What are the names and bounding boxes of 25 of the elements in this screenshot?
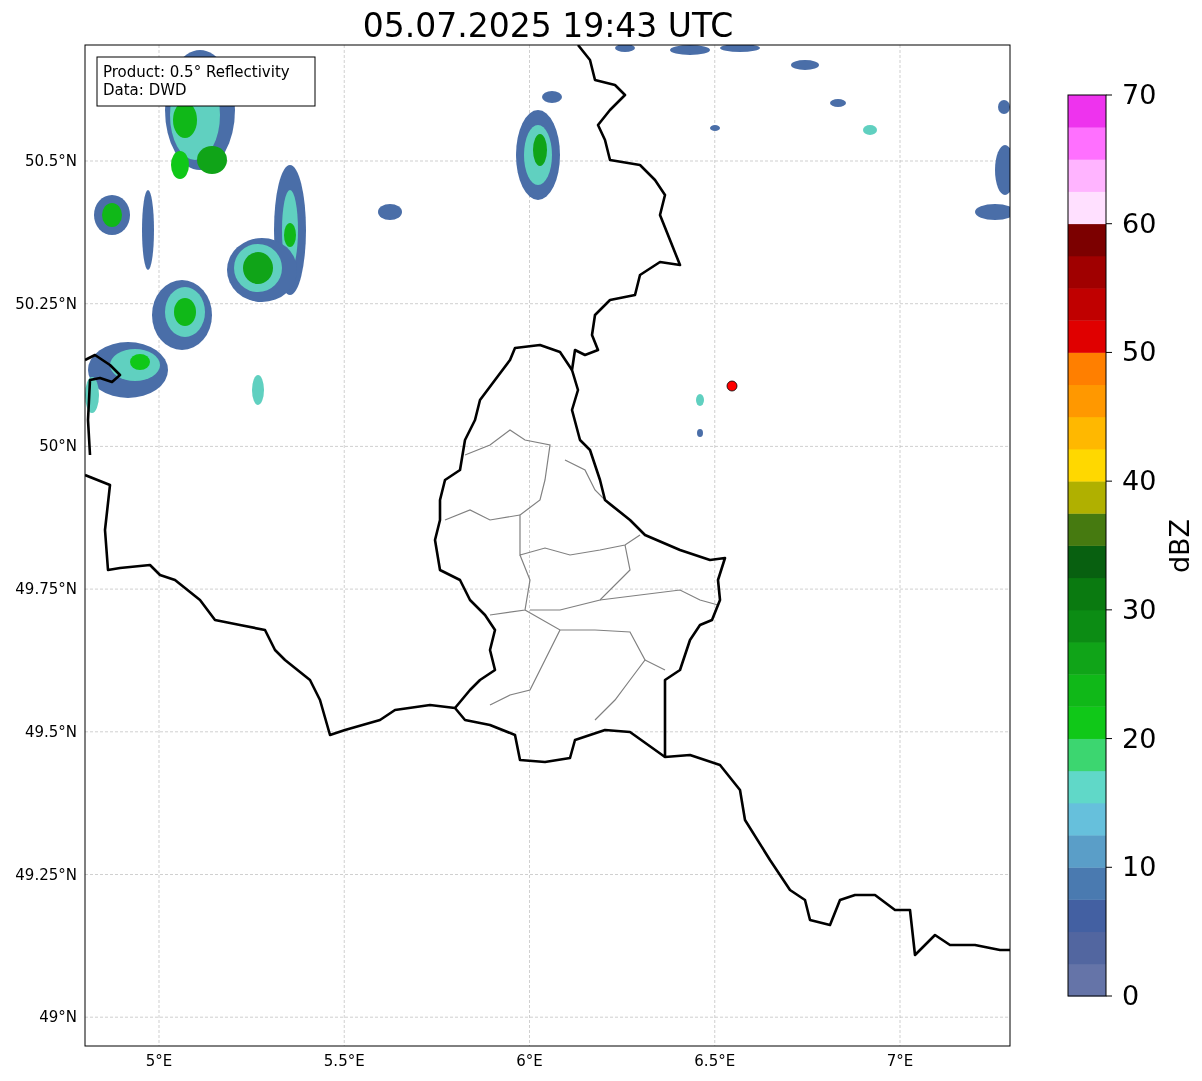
latitude-label: 49.5°N <box>24 722 77 741</box>
colorbar-tick-label: 30 <box>1122 593 1157 625</box>
longitude-label: 5.5°E <box>323 1052 365 1070</box>
colorbar-tick-label: 70 <box>1122 79 1157 110</box>
colorbar-tick-label: 60 <box>1122 207 1157 239</box>
latitude-label: 50.5°N <box>24 152 77 170</box>
colorbar-tick-label: 50 <box>1122 336 1157 368</box>
legend-text: Product: 0.5° Reflectivity <box>103 63 290 81</box>
longitude-label: 6.5°E <box>694 1052 736 1070</box>
colorbar-tick-label: 0 <box>1122 980 1140 1011</box>
longitude-label: 6°E <box>516 1052 543 1070</box>
longitude-label: 7°E <box>886 1052 914 1070</box>
latitude-label: 49.25°N <box>15 865 77 884</box>
latitude-label: 49°N <box>39 1008 77 1027</box>
legend-text: Data: DWD <box>103 81 187 99</box>
location-marker <box>726 380 738 392</box>
colorbar-tick-label: 20 <box>1122 722 1157 754</box>
colorbar-tick-label: 40 <box>1122 465 1157 497</box>
latitude-label: 50°N <box>39 437 77 456</box>
latitude-label: 50.25°N <box>15 294 77 313</box>
latitude-label: 49.75°N <box>15 580 77 599</box>
map-title: 05.07.2025 19:43 UTC <box>362 6 734 45</box>
colorbar-tick-label: 10 <box>1122 851 1157 883</box>
colorbar-label: dBZ <box>1164 518 1195 574</box>
longitude-label: 5°E <box>145 1052 173 1070</box>
